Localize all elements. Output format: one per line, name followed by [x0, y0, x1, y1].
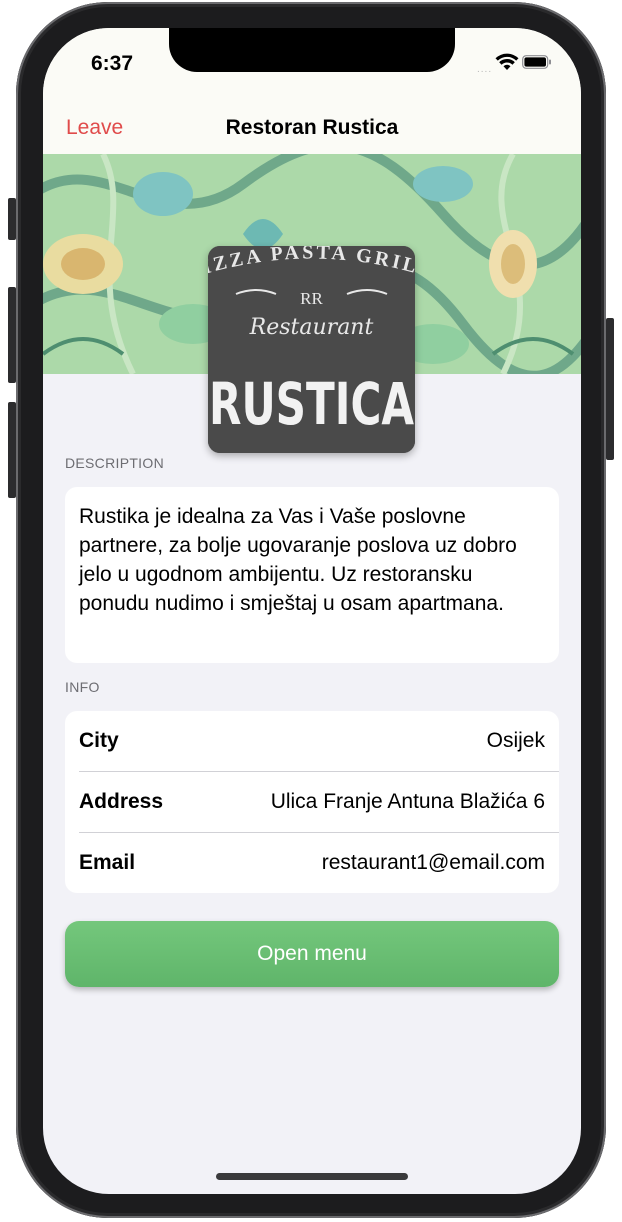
info-value: restaurant1@email.com [321, 851, 545, 874]
volume-up-button [8, 287, 16, 383]
description-text: Rustika je idealna za Vas i Vaše poslovn… [79, 505, 517, 615]
volume-down-button [8, 402, 16, 498]
info-row-email: Email restaurant1@email.com [79, 833, 545, 893]
info-value: Ulica Franje Antuna Blažića 6 [270, 790, 545, 813]
logo-name-text: RUSTICA [209, 370, 414, 438]
info-row-city: City Osijek [79, 711, 545, 771]
description-card: Rustika je idealna za Vas i Vaše poslovn… [65, 487, 559, 663]
description-header: DESCRIPTION [65, 455, 164, 471]
notch [169, 28, 455, 72]
info-header: INFO [65, 679, 100, 695]
info-label: Email [79, 851, 136, 874]
open-menu-button[interactable]: Open menu [65, 921, 559, 987]
home-indicator[interactable] [216, 1173, 408, 1180]
silent-switch [8, 198, 16, 240]
info-label: City [79, 729, 119, 752]
power-button [606, 318, 614, 460]
wifi-icon [495, 53, 519, 70]
battery-icon [522, 55, 551, 69]
status-time: 6:37 [91, 52, 134, 75]
app-screen: 6:37 .... Restoran Rustica Leave ZZA PAS… [43, 28, 581, 1194]
info-value: Osijek [486, 729, 545, 752]
restaurant-logo: PIZZA PASTA GRILL RR Restaurant RUSTICA [208, 246, 415, 453]
info-card: City Osijek Address Ulica Franje Antuna … [65, 711, 559, 893]
nav-title: Restoran Rustica [225, 116, 399, 139]
logo-monogram: RR [300, 289, 323, 308]
info-row-address: Address Ulica Franje Antuna Blažića 6 [79, 772, 545, 832]
leave-button[interactable]: Leave [66, 116, 123, 140]
navigation-bar: Restoran Rustica Leave [43, 108, 581, 154]
logo-script-text: Restaurant [249, 315, 374, 340]
signal-dots: .... [477, 64, 493, 75]
info-label: Address [79, 790, 164, 813]
